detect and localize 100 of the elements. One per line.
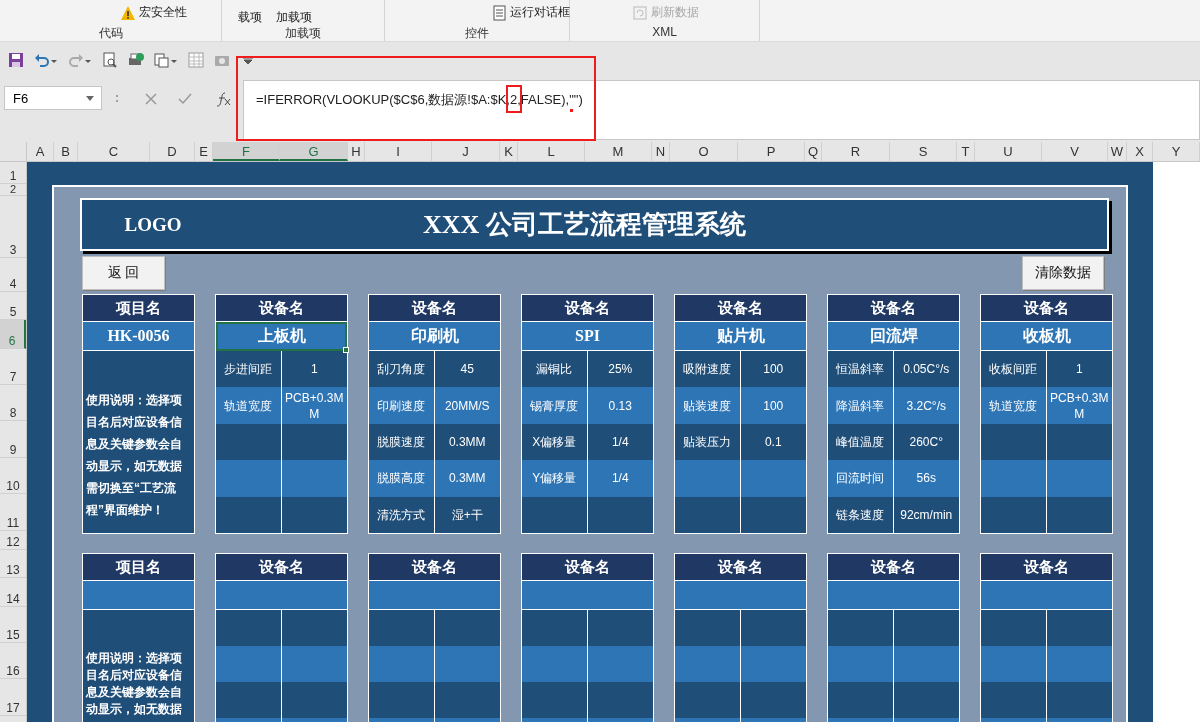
fill-handle[interactable] [343, 347, 349, 353]
equipment-name-cell[interactable] [981, 581, 1112, 610]
row-header[interactable]: 6 [0, 320, 26, 349]
row-header[interactable]: 7 [0, 349, 26, 385]
equipment-name-cell[interactable] [828, 581, 959, 610]
column-header[interactable]: B [54, 142, 78, 161]
equipment-name-cell[interactable]: 贴片机 [675, 322, 806, 351]
ribbon-group-label: 加载项 [284, 25, 322, 41]
row-header[interactable]: 11 [0, 494, 26, 531]
name-box[interactable]: F6 [4, 86, 102, 110]
column-header[interactable]: O [670, 142, 738, 161]
column-header[interactable]: F [213, 142, 280, 161]
card-header: 设备名 [981, 554, 1112, 581]
paste-icon[interactable] [154, 52, 178, 68]
param-label: 贴装速度 [675, 387, 741, 424]
column-header[interactable]: I [365, 142, 432, 161]
card-header: 项目名 [83, 554, 194, 581]
equipment-name-cell[interactable] [216, 581, 347, 610]
card-header: 设备名 [522, 295, 653, 322]
param-value: 92cm/min [899, 506, 954, 524]
column-header[interactable]: C [78, 142, 150, 161]
column-header[interactable]: J [432, 142, 500, 161]
column-header[interactable]: A [27, 142, 54, 161]
row-header[interactable]: 10 [0, 458, 26, 494]
column-header[interactable]: N [652, 142, 670, 161]
param-value: 0.1 [763, 433, 783, 451]
column-header[interactable]: S [890, 142, 957, 161]
param-label: 轨道宽度 [981, 387, 1047, 424]
column-header[interactable]: V [1042, 142, 1108, 161]
column-header[interactable]: Y [1153, 142, 1200, 161]
column-header[interactable]: W [1108, 142, 1127, 161]
ribbon-button[interactable]: 宏安全性 [118, 3, 189, 22]
equipment-name-cell[interactable]: 回流焊 [828, 322, 959, 351]
row-header[interactable]: 15 [0, 607, 26, 643]
column-header[interactable]: P [738, 142, 805, 161]
column-header[interactable]: D [150, 142, 195, 161]
row-header[interactable]: 14 [0, 578, 26, 607]
equipment-name-cell[interactable]: 印刷机 [369, 322, 500, 351]
function-icon[interactable] [216, 91, 231, 107]
row-header[interactable]: 2 [0, 184, 26, 196]
ribbon-group-label: 代码 [97, 25, 124, 41]
param-label: 印刷速度 [369, 387, 435, 424]
project-name-cell: HK-0056 [83, 322, 194, 351]
equipment-name-cell[interactable] [369, 581, 500, 610]
row-header[interactable]: 13 [0, 550, 26, 578]
row-header[interactable]: 16 [0, 643, 26, 679]
warning-icon [120, 4, 136, 21]
column-header[interactable]: K [500, 142, 518, 161]
column-header[interactable]: M [585, 142, 652, 161]
ribbon-button[interactable]: 加载项 [274, 8, 314, 27]
card-header: 设备名 [828, 554, 959, 581]
equipment-name-cell[interactable] [522, 581, 653, 610]
param-label: 链条速度 [828, 496, 894, 533]
caret-icon [85, 94, 95, 102]
param-value: 0.3MM [447, 433, 487, 451]
card-header: 设备名 [369, 554, 500, 581]
printer-icon[interactable] [128, 52, 144, 68]
card-header: 设备名 [369, 295, 500, 322]
equipment-name-cell[interactable]: SPI [522, 322, 653, 351]
refresh-icon [632, 4, 648, 21]
card-header: 项目名 [83, 295, 194, 322]
check-icon[interactable] [178, 92, 192, 106]
save-icon[interactable] [8, 52, 24, 68]
card-header: 设备名 [981, 295, 1112, 322]
ribbon-group-label: 控件 [464, 25, 490, 41]
param-label: 回流时间 [828, 460, 894, 497]
param-value: 1/4 [610, 470, 630, 488]
row-header[interactable]: 9 [0, 421, 26, 458]
ribbon-button[interactable]: 运行对话框 [489, 3, 572, 22]
param-label: 脱膜高度 [369, 460, 435, 497]
row-header[interactable]: 3 [0, 196, 26, 258]
back-button[interactable]: 返 回 [82, 256, 165, 290]
equipment-name-cell[interactable]: 上板机 [216, 322, 347, 351]
param-value: 20MM/S [443, 397, 491, 415]
equipment-name-cell[interactable] [675, 581, 806, 610]
row-header[interactable]: 8 [0, 385, 26, 421]
print-preview-icon[interactable] [102, 52, 118, 68]
row-header[interactable]: 12 [0, 531, 26, 550]
column-header[interactable]: H [348, 142, 365, 161]
param-value: PCB+0.3MM [284, 389, 345, 423]
clear-button[interactable]: 清除数据 [1022, 256, 1104, 290]
equipment-name-cell[interactable]: 收板机 [981, 322, 1112, 351]
card-header: 设备名 [675, 554, 806, 581]
column-header[interactable]: X [1127, 142, 1153, 161]
param-value: 0.3MM [447, 470, 487, 488]
row-header[interactable]: 17 [0, 679, 26, 716]
page-title: XXX 公司工艺流程管理系统 [423, 209, 746, 241]
param-value: 0.13 [607, 397, 633, 415]
ribbon-button[interactable]: 载项 [236, 8, 264, 27]
row-header[interactable]: 1 [0, 162, 26, 184]
column-header[interactable]: T [957, 142, 975, 161]
column-header[interactable]: G [280, 142, 348, 161]
undo-icon[interactable] [34, 52, 58, 68]
row-header[interactable]: 4 [0, 258, 26, 292]
param-value: 45 [459, 361, 475, 379]
column-header[interactable]: U [975, 142, 1042, 161]
param-value: 1 [309, 361, 319, 379]
column-header[interactable]: R [822, 142, 890, 161]
column-header[interactable]: L [518, 142, 585, 161]
column-header[interactable]: Q [805, 142, 822, 161]
